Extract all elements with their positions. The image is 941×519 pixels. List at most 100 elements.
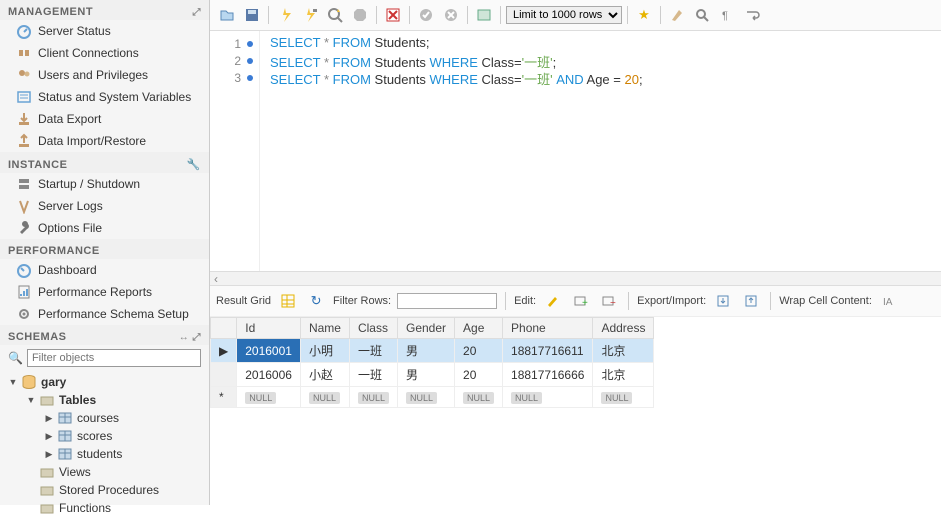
result-grid[interactable]: IdNameClassGenderAgePhoneAddress ▶201600… <box>210 317 941 505</box>
export-result-button[interactable] <box>712 290 734 312</box>
cell-null[interactable]: NULL <box>300 387 349 408</box>
nav-perf-schema-setup[interactable]: Performance Schema Setup <box>0 303 209 325</box>
views-folder[interactable]: ▶Views <box>26 463 201 481</box>
cell[interactable]: 小赵 <box>300 363 349 387</box>
collapse-icon[interactable]: ▼ <box>26 395 36 405</box>
edit-row-button[interactable] <box>542 290 564 312</box>
code-line[interactable]: SELECT * FROM Students WHERE Class='一班' … <box>270 69 931 86</box>
hscroll-area[interactable]: ‹ <box>210 271 941 285</box>
col-header[interactable]: Phone <box>503 318 593 339</box>
filter-rows-input[interactable] <box>397 293 497 309</box>
funcs-folder[interactable]: ▶Functions <box>26 499 201 517</box>
cell-null[interactable]: NULL <box>593 387 654 408</box>
breakpoint-dot[interactable] <box>247 75 253 81</box>
nav-data-export[interactable]: Data Export <box>0 108 209 130</box>
save-button[interactable] <box>241 4 263 26</box>
nav-startup-shutdown[interactable]: Startup / Shutdown <box>0 173 209 195</box>
cell[interactable]: 18817716611 <box>503 339 593 363</box>
beautify-button[interactable] <box>666 4 688 26</box>
open-file-button[interactable] <box>216 4 238 26</box>
filter-objects-input[interactable] <box>27 349 201 367</box>
cell[interactable]: 北京 <box>593 339 654 363</box>
find-button[interactable] <box>691 4 713 26</box>
cell[interactable]: 北京 <box>593 363 654 387</box>
explain-button[interactable] <box>324 4 346 26</box>
cell[interactable]: 20 <box>455 363 503 387</box>
col-header[interactable]: Age <box>455 318 503 339</box>
nav-server-status[interactable]: Server Status <box>0 20 209 42</box>
expand-icon[interactable]: ▶ <box>44 431 54 442</box>
cell-null[interactable]: NULL <box>349 387 397 408</box>
expand-icon[interactable]: ▶ <box>44 449 54 460</box>
cell-null[interactable]: NULL <box>503 387 593 408</box>
table-node-courses[interactable]: ▶courses <box>44 409 201 427</box>
expand-icon[interactable]: ▶ <box>44 413 54 424</box>
toggle-invisible-button[interactable]: ¶ <box>716 4 738 26</box>
row-marker[interactable]: ▶ <box>211 339 237 363</box>
col-header[interactable]: Gender <box>397 318 454 339</box>
nav-options-file[interactable]: Options File <box>0 217 209 239</box>
section-management-header: MANAGEMENT ⤢ <box>0 0 209 20</box>
favorite-button[interactable]: ★ <box>633 4 655 26</box>
stop-button[interactable] <box>349 4 371 26</box>
col-header[interactable]: Id <box>237 318 301 339</box>
table-row[interactable]: 2016006小赵一班男2018817716666北京 <box>211 363 654 387</box>
add-row-button[interactable]: + <box>570 290 592 312</box>
row-marker[interactable] <box>211 363 237 387</box>
nav-perf-reports[interactable]: Performance Reports <box>0 281 209 303</box>
row-limit-select[interactable]: Limit to 1000 rows <box>506 6 622 24</box>
expand-icon[interactable]: ↔ ⤢ <box>179 332 201 343</box>
refresh-button[interactable]: ↻ <box>305 290 327 312</box>
cell[interactable]: 2016006 <box>237 363 301 387</box>
nav-dashboard[interactable]: Dashboard <box>0 259 209 281</box>
cell[interactable]: 一班 <box>349 339 397 363</box>
nav-client-connections[interactable]: Client Connections <box>0 42 209 64</box>
nav-server-logs[interactable]: Server Logs <box>0 195 209 217</box>
col-header[interactable]: Name <box>300 318 349 339</box>
code-line[interactable]: SELECT * FROM Students; <box>270 35 931 52</box>
wrap-button[interactable] <box>741 4 763 26</box>
col-header[interactable]: Class <box>349 318 397 339</box>
tables-folder[interactable]: ▼Tables <box>26 391 201 409</box>
commit-button[interactable] <box>415 4 437 26</box>
cell-null[interactable]: NULL <box>237 387 301 408</box>
collapse-icon[interactable]: ▼ <box>8 377 18 387</box>
code-line[interactable]: SELECT * FROM Students WHERE Class='一班'; <box>270 52 931 69</box>
execute-current-button[interactable] <box>299 4 321 26</box>
rollback-button[interactable] <box>440 4 462 26</box>
schema-node[interactable]: ▼gary <box>8 373 201 391</box>
row-marker[interactable]: * <box>211 387 237 408</box>
expand-icon[interactable]: ⤢ <box>193 7 202 18</box>
no-limit-button[interactable] <box>382 4 404 26</box>
table-row[interactable]: ▶2016001小明一班男2018817716611北京 <box>211 339 654 363</box>
import-result-button[interactable] <box>740 290 762 312</box>
breakpoint-dot[interactable] <box>247 41 253 47</box>
table-node-students[interactable]: ▶students <box>44 445 201 463</box>
wrap-cell-button[interactable]: IA <box>878 290 900 312</box>
autocommit-button[interactable] <box>473 4 495 26</box>
nav-data-import[interactable]: Data Import/Restore <box>0 130 209 152</box>
nav-status-vars[interactable]: Status and System Variables <box>0 86 209 108</box>
breakpoint-dot[interactable] <box>247 58 253 64</box>
grid-view-icon[interactable] <box>277 290 299 312</box>
code-area[interactable]: SELECT * FROM Students;SELECT * FROM Stu… <box>260 31 941 271</box>
gear-icon[interactable]: 🔧 <box>187 158 201 171</box>
table-node-scores[interactable]: ▶scores <box>44 427 201 445</box>
cell-null[interactable]: NULL <box>397 387 454 408</box>
cell[interactable]: 小明 <box>300 339 349 363</box>
nav-users-privileges[interactable]: Users and Privileges <box>0 64 209 86</box>
cell[interactable]: 男 <box>397 339 454 363</box>
cell[interactable]: 18817716666 <box>503 363 593 387</box>
execute-button[interactable] <box>274 4 296 26</box>
cell[interactable]: 男 <box>397 363 454 387</box>
cell-null[interactable]: NULL <box>455 387 503 408</box>
cell[interactable]: 2016001 <box>237 339 301 363</box>
sql-editor[interactable]: 123 SELECT * FROM Students;SELECT * FROM… <box>210 31 941 271</box>
sql-toolbar: Limit to 1000 rows ★ ¶ <box>210 0 941 31</box>
table-row-null[interactable]: *NULLNULLNULLNULLNULLNULLNULL <box>211 387 654 408</box>
col-header[interactable]: Address <box>593 318 654 339</box>
cell[interactable]: 20 <box>455 339 503 363</box>
delete-row-button[interactable]: − <box>598 290 620 312</box>
cell[interactable]: 一班 <box>349 363 397 387</box>
procs-folder[interactable]: ▶Stored Procedures <box>26 481 201 499</box>
